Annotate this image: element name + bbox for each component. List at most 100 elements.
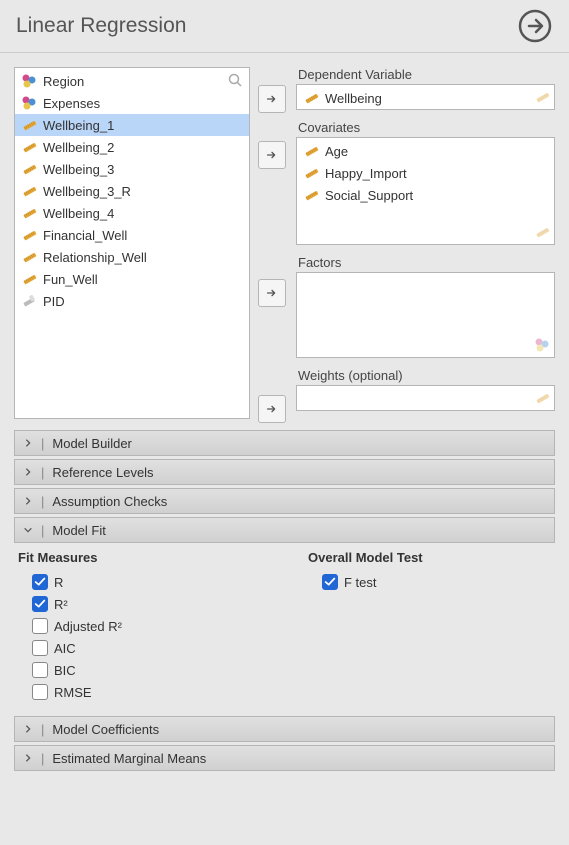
variable-name: Financial_Well (43, 228, 127, 243)
factors-dropzone[interactable] (296, 272, 555, 358)
checkbox[interactable] (32, 662, 48, 678)
section-label: Reference Levels (52, 465, 153, 480)
checkbox[interactable] (32, 574, 48, 590)
variable-name: Wellbeing_3 (43, 162, 114, 177)
variable-item[interactable]: Wellbeing_3_R (15, 180, 249, 202)
weights-label: Weights (optional) (296, 368, 555, 383)
option-label: BIC (54, 663, 76, 678)
variable-item[interactable]: Wellbeing_2 (15, 136, 249, 158)
section-label: Model Coefficients (52, 722, 159, 737)
id-icon (21, 293, 37, 309)
transfer-button[interactable] (258, 395, 286, 423)
arrow-right-icon (265, 148, 279, 162)
drop-item[interactable]: Wellbeing (297, 87, 554, 109)
variable-item[interactable]: Wellbeing_3 (15, 158, 249, 180)
option-label: AIC (54, 641, 76, 656)
checkbox[interactable] (32, 640, 48, 656)
page-title: Linear Regression (16, 14, 186, 38)
checkbox[interactable] (32, 684, 48, 700)
scale-icon (303, 143, 319, 159)
fit-measure-option[interactable]: AIC (18, 637, 268, 659)
chevron-right-icon (23, 494, 33, 509)
section-label: Estimated Marginal Means (52, 751, 206, 766)
nominal-icon (21, 73, 37, 89)
variable-name: Region (43, 74, 84, 89)
section-margins[interactable]: |Estimated Marginal Means (14, 745, 555, 771)
dependent-dropzone[interactable]: Wellbeing (296, 84, 555, 110)
drop-item-name: Happy_Import (325, 166, 407, 181)
option-label: R² (54, 597, 68, 612)
variable-item[interactable]: PID (15, 290, 249, 312)
scale-icon (21, 227, 37, 243)
section-coefficients[interactable]: |Model Coefficients (14, 716, 555, 742)
fit-measure-option[interactable]: RMSE (18, 681, 268, 703)
section-label: Assumption Checks (52, 494, 167, 509)
scale-hint-icon (534, 89, 550, 105)
option-label: F test (344, 575, 377, 590)
checkbox[interactable] (32, 618, 48, 634)
variable-item[interactable]: Region (15, 70, 249, 92)
chevron-right-icon (23, 465, 33, 480)
option-label: RMSE (54, 685, 92, 700)
transfer-button[interactable] (258, 279, 286, 307)
checkbox[interactable] (322, 574, 338, 590)
fit-measure-option[interactable]: R² (18, 593, 268, 615)
scale-icon (21, 117, 37, 133)
scale-icon (303, 90, 319, 106)
fit-measure-option[interactable]: BIC (18, 659, 268, 681)
overall-test-heading: Overall Model Test (308, 550, 423, 565)
factors-label: Factors (296, 255, 555, 270)
variable-name: Relationship_Well (43, 250, 147, 265)
nominal-hint-icon (534, 337, 550, 353)
drop-item[interactable]: Social_Support (297, 184, 554, 206)
transfer-button[interactable] (258, 85, 286, 113)
drop-item[interactable]: Happy_Import (297, 162, 554, 184)
fit-measure-option[interactable]: R (18, 571, 268, 593)
drop-item[interactable]: Age (297, 140, 554, 162)
covariates-dropzone[interactable]: Age Happy_Import Social_Support (296, 137, 555, 245)
search-icon[interactable] (227, 72, 243, 88)
variable-name: Wellbeing_4 (43, 206, 114, 221)
transfer-button[interactable] (258, 141, 286, 169)
scale-icon (21, 249, 37, 265)
arrow-right-icon (265, 92, 279, 106)
arrow-right-icon (265, 286, 279, 300)
covariates-label: Covariates (296, 120, 555, 135)
option-label: R (54, 575, 63, 590)
variable-list[interactable]: Region Expenses Wellbeing_1 Wellbeing_2 Well… (14, 67, 250, 419)
scale-icon (21, 271, 37, 287)
forward-button[interactable] (517, 8, 553, 44)
arrow-right-circle-icon (517, 8, 553, 44)
scale-icon (21, 161, 37, 177)
section-label: Model Fit (52, 523, 105, 538)
chevron-right-icon (23, 436, 33, 451)
drop-item-name: Wellbeing (325, 91, 382, 106)
section-model_builder[interactable]: |Model Builder (14, 430, 555, 456)
scale-icon (303, 165, 319, 181)
variable-item[interactable]: Fun_Well (15, 268, 249, 290)
variable-name: Fun_Well (43, 272, 98, 287)
variable-name: Wellbeing_1 (43, 118, 114, 133)
scale-icon (21, 139, 37, 155)
dependent-label: Dependent Variable (296, 67, 555, 82)
checkbox[interactable] (32, 596, 48, 612)
fit-measure-option[interactable]: Adjusted R² (18, 615, 268, 637)
section-reference_levels[interactable]: |Reference Levels (14, 459, 555, 485)
variable-item[interactable]: Wellbeing_4 (15, 202, 249, 224)
drop-item-name: Social_Support (325, 188, 413, 203)
section-assumption[interactable]: |Assumption Checks (14, 488, 555, 514)
variable-name: PID (43, 294, 65, 309)
variable-item[interactable]: Relationship_Well (15, 246, 249, 268)
overall-test-option[interactable]: F test (308, 571, 423, 593)
variable-name: Expenses (43, 96, 100, 111)
variable-item[interactable]: Wellbeing_1 (15, 114, 249, 136)
weights-dropzone[interactable] (296, 385, 555, 411)
variable-item[interactable]: Expenses (15, 92, 249, 114)
section-model_fit[interactable]: |Model Fit (14, 517, 555, 543)
section-label: Model Builder (52, 436, 132, 451)
drop-item-name: Age (325, 144, 348, 159)
variable-item[interactable]: Financial_Well (15, 224, 249, 246)
scale-icon (21, 183, 37, 199)
model-fit-content: Fit Measures R R² Adjusted R² AIC BIC RMSE Over… (0, 546, 569, 713)
fit-measures-heading: Fit Measures (18, 550, 268, 565)
